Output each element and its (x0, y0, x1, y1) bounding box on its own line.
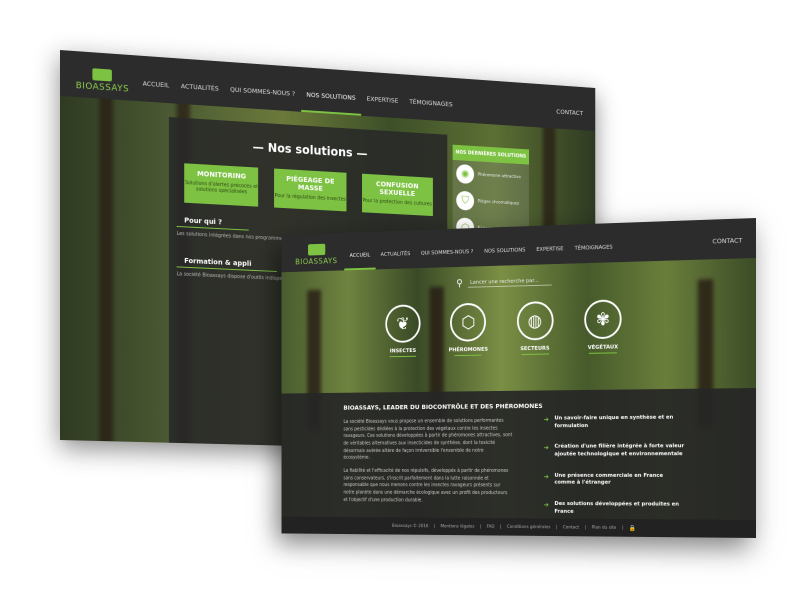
card-title: CONFUSION SEXUELLE (362, 179, 433, 198)
nav-contact[interactable]: CONTACT (544, 107, 595, 131)
card-subtitle: Solutions d'alertes précoces et solution… (185, 180, 259, 196)
nav-nos-solutions[interactable]: NOS SOLUTIONS (301, 90, 361, 115)
nav-qui-sommes-nous[interactable]: QUI SOMMES-NOUS ? (416, 249, 479, 268)
footer-separator: | (619, 525, 626, 530)
list-item-text: Une présence commerciale en France comme… (554, 473, 684, 488)
nav-qui-sommes-nous[interactable]: QUI SOMMES-NOUS ? (224, 85, 300, 112)
list-item-text: Création d'une filière intégrée à forte … (554, 444, 684, 459)
front-screenshot: BIOASSAYS ACCUEIL ACTUALITÉS QUI SOMMES-… (282, 218, 756, 538)
molecule-icon: ⬡ (450, 303, 486, 342)
footer-copyright: Bioassays © 2016 (389, 524, 431, 529)
sidebar-item[interactable]: ⛉ Pièges chromatiques (453, 187, 529, 218)
footer-separator: | (553, 525, 560, 530)
nav-accueil[interactable]: ACCUEIL (137, 79, 175, 103)
category-pheromones[interactable]: ⬡ PHÉROMONES (441, 302, 495, 356)
list-item-text: Un savoir-faire unique en synthèse et en… (554, 415, 684, 431)
category-label: INSECTES (390, 348, 416, 354)
nav-contact[interactable]: CONTACT (699, 236, 756, 260)
nav-expertise[interactable]: EXPERTISE (531, 246, 569, 265)
list-item: ➔ Un savoir-faire unique en synthèse et … (543, 415, 684, 431)
lock-icon[interactable]: 🔒 (626, 524, 636, 531)
intro-title: BIOASSAYS, LEADER DU BIOCONTRÔLE ET DES … (343, 402, 542, 412)
intro-text: La société Bioassays vous propose un ens… (343, 418, 512, 511)
list-item-text: Des solutions développées et produites e… (554, 501, 684, 517)
logo-text: BIOASSAYS (76, 81, 129, 95)
category-underline (390, 356, 416, 357)
list-item: ➔ Des solutions développées et produites… (543, 501, 684, 517)
logo-mark (93, 68, 113, 81)
nav-nos-solutions[interactable]: NOS SOLUTIONS (479, 247, 531, 266)
footer-separator: | (497, 524, 504, 529)
footer-link-conditions[interactable]: Conditions générales (504, 524, 553, 529)
card-subtitle: Pour la régulation des insectes (274, 193, 346, 203)
section-heading: Pour qui ? (177, 202, 249, 230)
card-monitoring[interactable]: MONITORING Solutions d'alertes précoces … (185, 163, 259, 206)
category-links: ❦ INSECTES ⬡ PHÉROMONES ◍ SECTEURS ✾ VÉG… (377, 299, 632, 357)
butterfly-icon: ❦ (385, 304, 420, 343)
footer-separator: | (431, 524, 438, 529)
category-underline (455, 355, 482, 356)
footer-link-mentions[interactable]: Mentions légales (438, 524, 477, 529)
card-title: PIÉGEAGE DE MASSE (274, 174, 346, 194)
search-icon[interactable]: ⚲ (456, 278, 463, 289)
arrow-right-icon: ➔ (543, 473, 548, 488)
pheromone-icon: ✺ (456, 164, 474, 184)
sidebar-item-label: Pièges chromatiques (478, 199, 519, 206)
logo-mark (308, 244, 325, 256)
category-underline (589, 352, 617, 353)
category-label: PHÉROMONES (449, 347, 488, 353)
footer-separator: | (582, 525, 589, 530)
intro-paragraph: La société Bioassays vous propose un ens… (343, 418, 512, 463)
category-underline (521, 354, 549, 355)
intro-paragraph: La fiabilité et l'efficacité de nos répu… (343, 468, 512, 505)
logo[interactable]: BIOASSAYS (60, 66, 137, 101)
nav-temoignages[interactable]: TÉMOIGNAGES (404, 97, 458, 122)
footer-separator: | (477, 524, 484, 529)
footer: Bioassays © 2016 | Mentions légales | FA… (282, 517, 756, 538)
sidebar-item-label: Phéromone attractive (478, 172, 521, 179)
highlights-list: ➔ Un savoir-faire unique en synthèse et … (543, 415, 684, 531)
arrow-right-icon: ➔ (543, 501, 548, 516)
category-insectes[interactable]: ❦ INSECTES (377, 304, 430, 357)
nav-actualites[interactable]: ACTUALITÉS (175, 82, 224, 107)
footer-link-plan[interactable]: Plan du site (589, 525, 619, 530)
category-label: SECTEURS (520, 346, 549, 352)
world-map-icon: ◍ (517, 301, 554, 341)
top-navigation: BIOASSAYS ACCUEIL ACTUALITÉS QUI SOMMES-… (60, 50, 595, 131)
card-confusion[interactable]: CONFUSION SEXUELLE Pour la protection de… (362, 174, 433, 216)
footer-link-contact[interactable]: Contact (560, 525, 582, 530)
nav-actualites[interactable]: ACTUALITÉS (375, 251, 415, 269)
category-secteurs[interactable]: ◍ SECTEURS (507, 301, 562, 355)
intro-section: BIOASSAYS, LEADER DU BIOCONTRÔLE ET DES … (282, 388, 756, 520)
list-item: ➔ Une présence commerciale en France com… (543, 473, 684, 488)
nav-expertise[interactable]: EXPERTISE (361, 95, 404, 119)
list-item: ➔ Création d'une filière intégrée à fort… (543, 444, 684, 459)
card-subtitle: Pour la protection des cultures (362, 198, 433, 208)
arrow-right-icon: ➔ (543, 416, 548, 431)
arrow-right-icon: ➔ (543, 444, 548, 459)
search-bar: ⚲ (456, 274, 554, 290)
footer-link-faq[interactable]: FAQ (484, 524, 497, 529)
logo[interactable]: BIOASSAYS (282, 243, 345, 272)
nav-accueil[interactable]: ACCUEIL (344, 252, 375, 270)
nav-temoignages[interactable]: TÉMOIGNAGES (569, 244, 618, 263)
logo-text: BIOASSAYS (295, 256, 337, 266)
card-title: MONITORING (185, 169, 259, 181)
vine-trunk (99, 93, 113, 454)
search-input[interactable] (468, 276, 552, 287)
category-vegetaux[interactable]: ✾ VÉGÉTAUX (575, 299, 631, 354)
trap-icon: ⛉ (456, 191, 474, 211)
wheat-icon: ✾ (584, 299, 621, 339)
category-label: VÉGÉTAUX (588, 345, 618, 351)
page-title: — Nos solutions — (169, 135, 447, 166)
card-piegeage[interactable]: PIÉGEAGE DE MASSE Pour la régulation des… (274, 169, 346, 212)
